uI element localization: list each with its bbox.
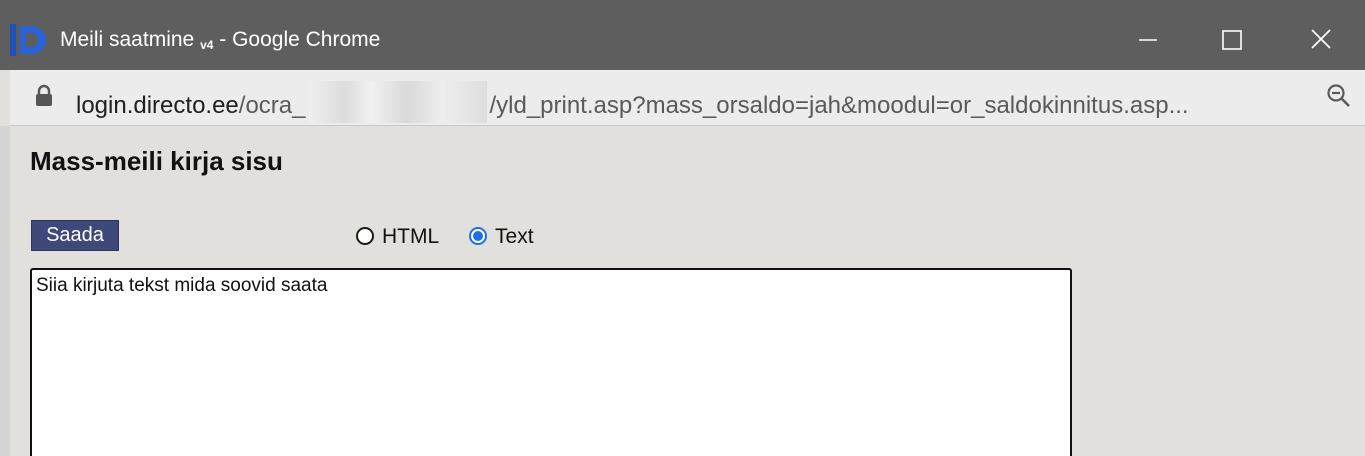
- maximize-icon[interactable]: [1212, 22, 1252, 58]
- radio-html-label[interactable]: HTML: [382, 225, 439, 248]
- radio-text-label[interactable]: Text: [495, 225, 534, 248]
- radio-text[interactable]: [469, 227, 488, 246]
- radio-html[interactable]: [356, 227, 374, 246]
- directo-logo-icon: [10, 24, 46, 56]
- format-option-html[interactable]: HTML: [356, 225, 463, 249]
- send-button[interactable]: Saada: [31, 220, 119, 251]
- window-title-suffix: - Google Chrome: [213, 28, 381, 51]
- address-bar[interactable]: login.directo.ee/ocra_ /yld_print.asp?mas…: [10, 70, 1365, 126]
- lock-icon[interactable]: [34, 84, 54, 108]
- url-path-start: /ocra_: [238, 92, 306, 119]
- window-title: Meili saatmine v4 - Google Chrome: [60, 28, 380, 57]
- url-host: login.directo.ee: [76, 92, 239, 119]
- url-text[interactable]: login.directo.ee/ocra_ /yld_print.asp?mas…: [76, 81, 1189, 123]
- minimize-icon[interactable]: [1128, 22, 1168, 58]
- format-radio-group: HTML Text: [356, 225, 558, 253]
- close-icon[interactable]: [1301, 22, 1341, 58]
- redacted-region: [309, 81, 488, 123]
- page-content: Mass-meili kirja sisu Saada HTML Text Si…: [10, 126, 1365, 456]
- window-title-version: v4: [200, 38, 214, 52]
- window-title-name: Meili saatmine: [60, 28, 195, 51]
- browser-window: Meili saatmine v4 - Google Chrome login.…: [0, 0, 1365, 456]
- title-bar[interactable]: Meili saatmine v4 - Google Chrome: [0, 0, 1365, 70]
- message-textarea[interactable]: Siia kirjuta tekst mida soovid saata: [30, 268, 1072, 456]
- format-option-text[interactable]: Text: [469, 225, 558, 249]
- zoom-out-icon[interactable]: [1326, 83, 1352, 109]
- page-title: Mass-meili kirja sisu: [30, 146, 283, 176]
- url-path-rest: /yld_print.asp?mass_orsaldo=jah&moodul=o…: [489, 92, 1189, 119]
